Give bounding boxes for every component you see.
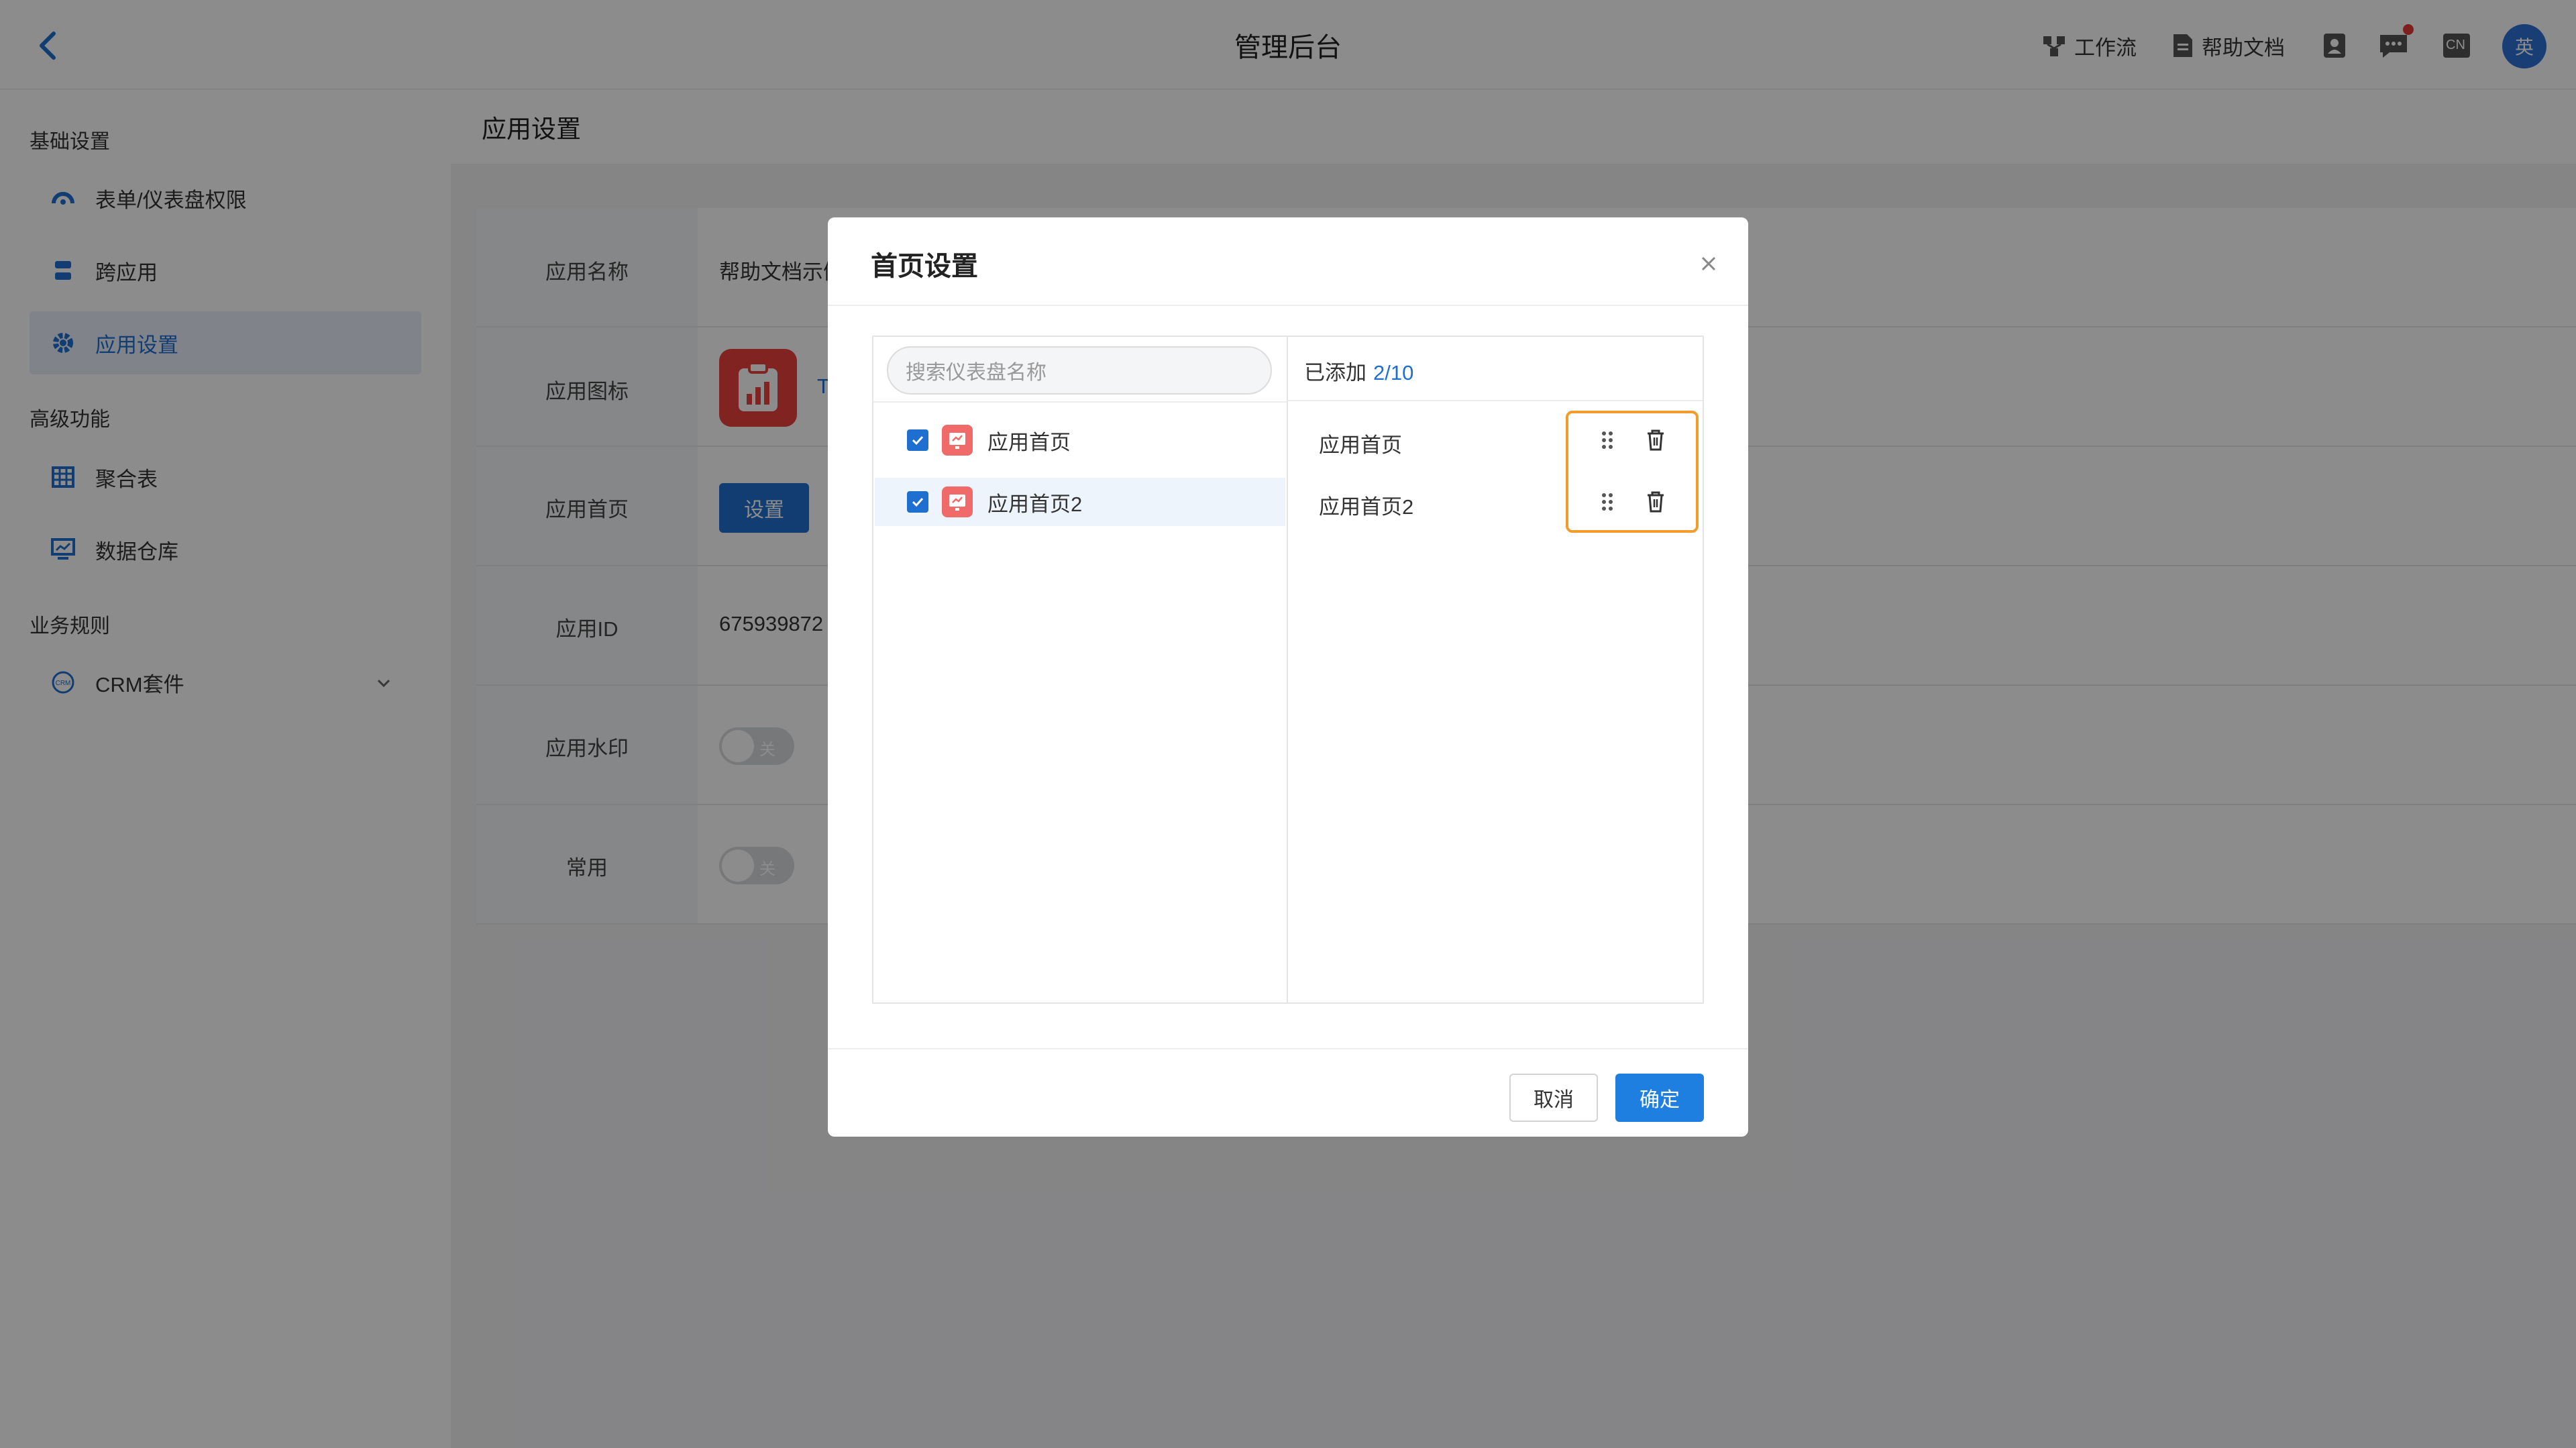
right-list-divider bbox=[1288, 400, 1703, 401]
dashboard-search-input[interactable]: 搜索仪表盘名称 bbox=[887, 346, 1272, 395]
drag-handle-icon[interactable] bbox=[1594, 488, 1621, 515]
transfer-split-divider bbox=[1287, 335, 1288, 1004]
list-item[interactable]: 应用首页2 bbox=[875, 478, 1285, 526]
list-item-label: 应用首页2 bbox=[987, 492, 1083, 516]
dialog-header-divider bbox=[828, 305, 1748, 306]
item-actions-highlight bbox=[1566, 411, 1699, 533]
dialog-title: 首页设置 bbox=[871, 252, 978, 281]
left-list-divider bbox=[873, 401, 1287, 403]
list-item-label: 应用首页 bbox=[987, 430, 1071, 454]
trash-icon[interactable] bbox=[1642, 427, 1669, 454]
trash-icon[interactable] bbox=[1642, 488, 1669, 515]
dashboard-page-icon bbox=[942, 425, 973, 456]
checkbox-checked[interactable] bbox=[907, 491, 928, 513]
dashboard-page-icon bbox=[942, 486, 973, 517]
added-counter: 已添加 2/10 bbox=[1304, 356, 1413, 386]
checkbox-checked[interactable] bbox=[907, 429, 928, 451]
added-count: 2/10 bbox=[1373, 361, 1414, 384]
selected-item-label: 应用首页2 bbox=[1319, 495, 1414, 519]
selected-item-label: 应用首页 bbox=[1319, 433, 1402, 457]
drag-handle-icon[interactable] bbox=[1594, 427, 1621, 454]
list-item[interactable]: 应用首页 bbox=[875, 416, 1285, 464]
added-label: 已添加 bbox=[1304, 361, 1366, 384]
cancel-button[interactable]: 取消 bbox=[1509, 1074, 1598, 1122]
close-icon[interactable] bbox=[1693, 248, 1724, 279]
dialog-footer-divider bbox=[828, 1048, 1748, 1049]
confirm-button[interactable]: 确定 bbox=[1615, 1074, 1704, 1122]
